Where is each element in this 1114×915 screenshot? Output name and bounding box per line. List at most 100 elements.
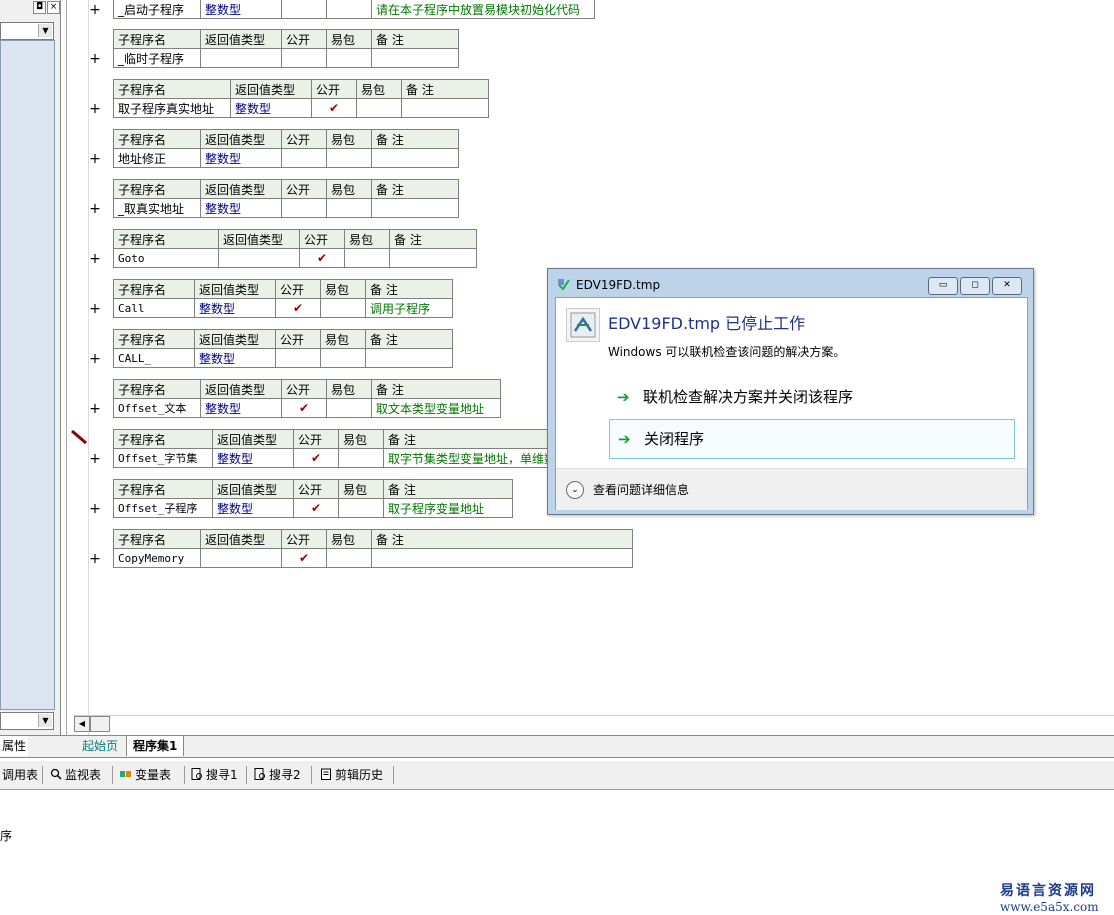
sub-body-row[interactable]: Offset_子程序 整数型 ✔ 取子程序变量地址 — [113, 498, 513, 518]
public-cell[interactable] — [275, 348, 321, 368]
left-bottom-combo[interactable]: ▼ — [0, 712, 54, 730]
sub-name-cell[interactable]: Offset_文本 — [113, 398, 201, 418]
package-cell[interactable] — [344, 248, 390, 268]
expand-plus-icon[interactable]: + — [88, 3, 102, 17]
tab-start-page[interactable]: 起始页 — [76, 736, 124, 756]
package-cell[interactable] — [338, 448, 384, 468]
sub-name-cell[interactable]: Offset_字节集 — [113, 448, 213, 468]
tab-program-set-1[interactable]: 程序集1 — [126, 736, 185, 756]
sub-note-cell[interactable] — [389, 248, 477, 268]
expand-plus-icon[interactable]: + — [88, 452, 102, 466]
sub-note-cell[interactable] — [371, 148, 459, 168]
sub-note-cell[interactable]: 调用子程序 — [365, 298, 453, 318]
horizontal-scrollbar[interactable]: ◀ — [74, 715, 1114, 732]
sub-return-type-cell[interactable]: 整数型 — [212, 498, 294, 518]
sub-table[interactable]: 子程序名返回值类型公开易包备 注_启动子程序整数型请在本子程序中放置易模块初始化… — [113, 0, 595, 19]
sub-name-cell[interactable]: _取真实地址 — [113, 198, 201, 218]
sub-return-type-cell[interactable]: 整数型 — [194, 348, 276, 368]
call-table-button[interactable]: 调用表 — [2, 767, 38, 783]
sub-table[interactable]: 子程序名 返回值类型 公开 易包备 注 CopyMemory ✔ — [113, 529, 633, 568]
sub-table[interactable]: 子程序名 返回值类型 公开 易包备 注 Goto ✔ — [113, 229, 477, 268]
sub-table[interactable]: 子程序名 返回值类型 公开 易包备 注 Offset_字节集 整数型 ✔ 取字节集类型变量地址… — [113, 429, 598, 468]
scroll-left-icon[interactable]: ◀ — [74, 716, 90, 732]
sub-body-row[interactable]: Offset_字节集 整数型 ✔ 取字节集类型变量地址，单维数组也可 — [113, 448, 598, 468]
public-check-icon[interactable]: ✔ — [311, 98, 357, 118]
expand-plus-icon[interactable]: + — [88, 502, 102, 516]
sub-body-row[interactable]: 取子程序真实地址 整数型 ✔ — [113, 98, 489, 118]
sub-name-cell[interactable]: 取子程序真实地址 — [113, 98, 231, 118]
sub-body-row[interactable]: _取真实地址 整数型 — [113, 198, 459, 218]
sub-return-type-cell[interactable] — [200, 48, 282, 68]
package-cell[interactable] — [326, 398, 372, 418]
sub-return-type-cell[interactable]: 整数型 — [200, 0, 282, 19]
watch-table-button[interactable]: 监视表 — [50, 767, 101, 783]
expand-details-icon[interactable]: ⌄ — [566, 481, 584, 499]
sub-body-row[interactable]: _临时子程序 — [113, 48, 459, 68]
expand-plus-icon[interactable]: + — [88, 552, 102, 566]
public-check-icon[interactable]: ✔ — [281, 548, 327, 568]
sub-body-row[interactable]: Call 整数型 ✔ 调用子程序 — [113, 298, 453, 318]
sub-return-type-cell[interactable]: 整数型 — [212, 448, 294, 468]
sub-table[interactable]: 子程序名 返回值类型 公开 易包备 注取子程序真实地址 整数型 ✔ — [113, 79, 489, 118]
sub-return-type-cell[interactable]: 整数型 — [200, 148, 282, 168]
close-icon[interactable]: ✕ — [992, 277, 1022, 295]
close-icon[interactable]: × — [47, 1, 60, 14]
sub-body-row[interactable]: CALL_ 整数型 — [113, 348, 453, 368]
sub-table[interactable]: 子程序名 返回值类型 公开 易包备 注 CALL_ 整数型 — [113, 329, 453, 368]
variable-table-button[interactable]: 变量表 — [120, 767, 171, 783]
expand-plus-icon[interactable]: + — [88, 302, 102, 316]
package-cell[interactable] — [326, 548, 372, 568]
sub-note-cell[interactable]: 取子程序变量地址 — [383, 498, 513, 518]
public-cell[interactable] — [281, 0, 327, 19]
maximize-icon[interactable]: ◻ — [960, 277, 990, 295]
sub-name-cell[interactable]: _启动子程序 — [113, 0, 201, 19]
sub-note-cell[interactable] — [401, 98, 489, 118]
left-list-area[interactable] — [0, 40, 55, 710]
clip-history-button[interactable]: 剪辑历史 — [320, 767, 383, 783]
sub-name-cell[interactable]: Call — [113, 298, 195, 318]
sub-name-cell[interactable]: 地址修正 — [113, 148, 201, 168]
details-link[interactable]: 查看问题详细信息 — [593, 481, 689, 498]
sub-body-row[interactable]: Offset_文本 整数型 ✔ 取文本类型变量地址 — [113, 398, 501, 418]
sub-table[interactable]: 子程序名 返回值类型 公开 易包备 注地址修正 整数型 — [113, 129, 459, 168]
package-cell[interactable] — [338, 498, 384, 518]
expand-plus-icon[interactable]: + — [88, 252, 102, 266]
search2-button[interactable]: 搜寻2 — [254, 767, 301, 783]
sub-note-cell[interactable]: 请在本子程序中放置易模块初始化代码 — [371, 0, 595, 19]
package-cell[interactable] — [326, 198, 372, 218]
sub-note-cell[interactable] — [371, 48, 459, 68]
sub-table[interactable]: 子程序名 返回值类型 公开 易包备 注 _取真实地址 整数型 — [113, 179, 459, 218]
sub-note-cell[interactable]: 取文本类型变量地址 — [371, 398, 501, 418]
sub-name-cell[interactable]: Offset_子程序 — [113, 498, 213, 518]
public-check-icon[interactable]: ✔ — [275, 298, 321, 318]
expand-plus-icon[interactable]: + — [88, 402, 102, 416]
sub-table[interactable]: 子程序名 返回值类型 公开 易包备 注 Offset_子程序 整数型 ✔ 取子程序变量地址 — [113, 479, 513, 518]
scroll-thumb[interactable] — [90, 716, 110, 732]
sub-name-cell[interactable]: CALL_ — [113, 348, 195, 368]
sub-note-cell[interactable] — [371, 548, 633, 568]
public-check-icon[interactable]: ✔ — [293, 498, 339, 518]
close-program-option[interactable]: ➔ 关闭程序 — [609, 419, 1015, 459]
sub-body-row[interactable]: _启动子程序 整数型 请在本子程序中放置易模块初始化代码 — [113, 0, 595, 19]
sub-return-type-cell[interactable] — [218, 248, 300, 268]
sub-table[interactable]: 子程序名 返回值类型 公开 易包备 注 _临时子程序 — [113, 29, 459, 68]
chevron-down-icon[interactable]: ▼ — [38, 714, 52, 727]
restore-icon[interactable]: ◘ — [33, 1, 46, 14]
sub-name-cell[interactable]: Goto — [113, 248, 219, 268]
check-online-option[interactable]: ➔ 联机检查解决方案并关闭该程序 — [609, 378, 1013, 416]
sub-body-row[interactable]: CopyMemory ✔ — [113, 548, 633, 568]
left-combo-box[interactable]: ▼ — [0, 22, 54, 40]
sub-return-type-cell[interactable]: 整数型 — [200, 198, 282, 218]
sub-body-row[interactable]: Goto ✔ — [113, 248, 477, 268]
sub-return-type-cell[interactable]: 整数型 — [194, 298, 276, 318]
expand-plus-icon[interactable]: + — [88, 102, 102, 116]
sub-return-type-cell[interactable]: 整数型 — [230, 98, 312, 118]
public-cell[interactable] — [281, 198, 327, 218]
expand-plus-icon[interactable]: + — [88, 202, 102, 216]
package-cell[interactable] — [320, 298, 366, 318]
sub-name-cell[interactable]: CopyMemory — [113, 548, 201, 568]
expand-plus-icon[interactable]: + — [88, 52, 102, 66]
sub-name-cell[interactable]: _临时子程序 — [113, 48, 201, 68]
expand-plus-icon[interactable]: + — [88, 152, 102, 166]
public-check-icon[interactable]: ✔ — [299, 248, 345, 268]
